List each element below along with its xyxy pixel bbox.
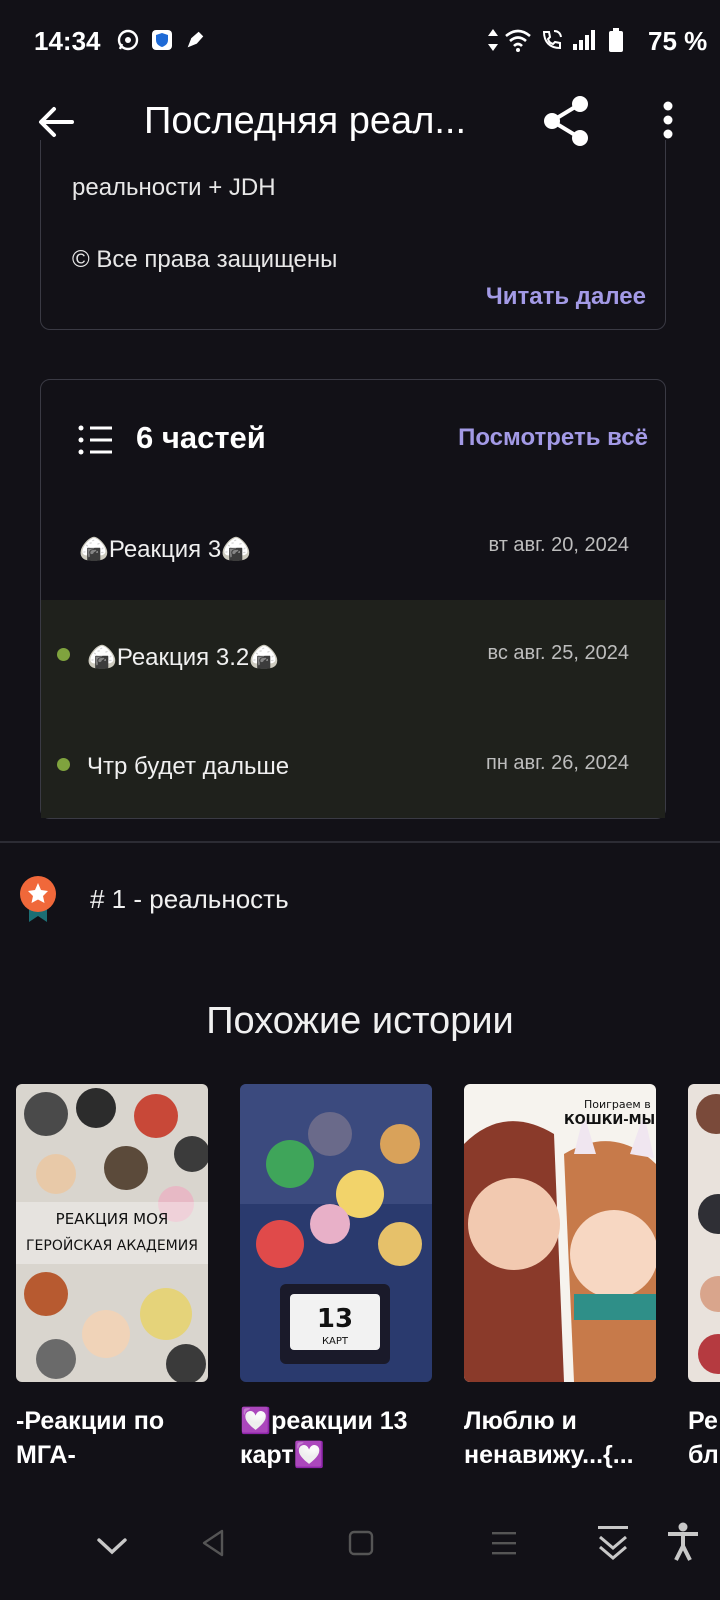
ranking-tag[interactable]: # 1 - реальность xyxy=(90,884,289,915)
part-date: вт авг. 20, 2024 xyxy=(488,534,629,556)
wifi-icon xyxy=(504,26,532,54)
ranking-badge-icon xyxy=(18,874,58,929)
read-more-link[interactable]: Читать далее xyxy=(470,283,646,311)
chevron-down-icon[interactable] xyxy=(96,1536,128,1561)
part-title: 🍙Реакция 3.2🍙 xyxy=(87,644,280,671)
accessibility-icon[interactable] xyxy=(666,1522,700,1567)
battery-percent: 75 % xyxy=(648,26,708,56)
cover-title-line: Поиграем в xyxy=(584,1098,651,1111)
part-title: Чтр будет дальше xyxy=(87,753,290,780)
part-title: 🍙Реакция 3🍙 xyxy=(79,536,252,563)
pen-notification-icon xyxy=(184,26,206,54)
story-cover[interactable]: Поиграем в КОШКИ-МЫШ xyxy=(464,1084,656,1382)
nav-back-icon[interactable] xyxy=(200,1528,226,1563)
cover-title-line: 13 xyxy=(317,1304,353,1334)
list-icon xyxy=(78,425,114,460)
nav-recents-icon[interactable] xyxy=(490,1530,518,1561)
status-bar: 14:34 75 % xyxy=(0,0,720,80)
cover-title-line: КАРТ xyxy=(322,1336,349,1347)
story-cover[interactable]: 13 КАРТ xyxy=(240,1084,432,1382)
part-item[interactable]: 🍙Реакция 3🍙 вт авг. 20, 2024 xyxy=(41,492,665,600)
story-title[interactable]: 💟реакции 13 карт💟 xyxy=(240,1404,436,1472)
cover-title-line: ГЕРОЙСКАЯ АКАДЕМИЯ xyxy=(26,1236,198,1254)
part-item[interactable]: Чтр будет дальше пн авг. 26, 2024 xyxy=(41,710,665,818)
story-cover[interactable]: РЕАКЦИЯ МОЯ ГЕРОЙСКАЯ АКАДЕМИЯ xyxy=(16,1084,208,1382)
battery-icon xyxy=(608,26,624,54)
copyright-text: © Все права защищены xyxy=(72,246,338,273)
nav-home-icon[interactable] xyxy=(348,1530,374,1561)
navigation-bar xyxy=(0,1510,720,1600)
wifi-call-icon xyxy=(540,26,564,54)
part-date: вс авг. 25, 2024 xyxy=(487,642,629,664)
cover-title-line: КОШКИ-МЫШ xyxy=(564,1113,656,1128)
whatsapp-icon xyxy=(116,26,140,54)
status-time: 14:34 xyxy=(34,26,101,56)
signal-icon xyxy=(572,26,598,54)
shield-app-icon xyxy=(150,26,174,54)
description-line: реальности + JDH xyxy=(72,174,276,201)
see-all-link[interactable]: Посмотреть всё xyxy=(430,424,648,452)
story-title[interactable]: Люблю и ненавижу...{... xyxy=(464,1404,660,1472)
new-part-dot xyxy=(57,648,70,661)
story-title: Последняя реал... xyxy=(144,100,467,142)
new-part-dot xyxy=(57,758,70,771)
story-title[interactable]: -Реакции по МГА- xyxy=(16,1404,212,1472)
part-date: пн авг. 26, 2024 xyxy=(486,752,629,774)
more-options-icon[interactable] xyxy=(662,100,674,145)
story-title[interactable]: Ре бл xyxy=(688,1404,720,1472)
parts-count: 6 частей xyxy=(136,420,266,455)
data-arrows-icon xyxy=(486,26,500,54)
part-item[interactable]: 🍙Реакция 3.2🍙 вс авг. 25, 2024 xyxy=(41,600,665,708)
similar-stories-heading: Похожие истории xyxy=(206,1000,514,1042)
section-divider xyxy=(0,841,720,843)
cover-title-line: РЕАКЦИЯ МОЯ xyxy=(56,1210,169,1228)
story-cover[interactable] xyxy=(688,1084,720,1382)
collapse-download-icon[interactable] xyxy=(596,1524,630,1565)
